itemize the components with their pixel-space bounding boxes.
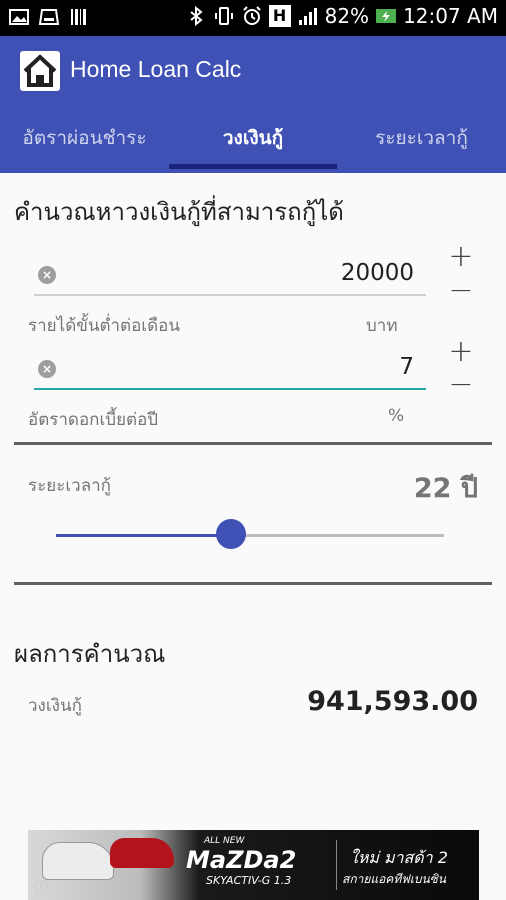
battery-percent: 82% [324,4,370,28]
tab-loan-term[interactable]: ระยะเวลากู้ [337,106,506,173]
ad-banner[interactable]: ALL NEW MaZDa2 SKYACTIV-G 1.3 ใหม่ มาสด้… [28,830,479,900]
tab-installment[interactable]: อัตราผ่อนชำระ [0,106,169,173]
interest-plus-button[interactable]: + [446,337,476,367]
ad-all-new: ALL NEW [204,836,245,846]
ad-car-red [110,838,174,868]
alarm-icon [242,6,261,25]
ad-car-white [42,842,114,880]
interest-field[interactable]: × 7 [34,346,426,390]
battery-charging-icon [376,9,397,23]
interest-value[interactable]: 7 [399,354,414,380]
income-value[interactable]: 20000 [341,260,414,286]
usb-icon [38,9,60,25]
home-icon [20,51,60,91]
income-unit: บาท [366,316,398,336]
term-value: 22 ปี [413,473,478,504]
signal-icon [298,8,317,25]
ad-thai-line2: สกายแอคทีฟเบนซิน [342,872,447,886]
tab-bar: อัตราผ่อนชำระ วงเงินกู้ ระยะเวลากู้ [0,106,506,173]
nfc-icon: H [268,5,291,27]
term-slider-track[interactable] [56,534,444,537]
form-heading: คำนวณหาวงเงินกู้ที่สามารถกู้ได้ [14,198,344,226]
status-bar: H 82% 12:07 AM [0,0,506,36]
clear-income-icon[interactable]: × [38,266,56,284]
ad-brand: MaZDa2 [186,846,297,874]
ad-info-icon[interactable]: i [34,880,48,894]
status-right-icons: H 82% 12:07 AM [185,4,498,28]
term-slider-fill [56,534,231,537]
vibrate-icon [214,7,233,25]
tab-indicator [169,164,337,169]
app-bar: Home Loan Calc [0,36,506,106]
bluetooth-icon [189,5,203,27]
income-field[interactable]: × 20000 [34,252,426,296]
income-plus-button[interactable]: + [446,242,476,272]
ad-thai-line1: ใหม่ มาสด้า 2 [350,848,448,867]
status-left-icons [8,6,90,28]
gallery-icon [9,9,29,25]
interest-label: อัตราดอกเบี้ยต่อปี [28,410,159,430]
income-underline [34,294,426,296]
result-title: ผลการคำนวณ [14,640,166,668]
result-label: วงเงินกู้ [28,696,82,716]
barcode-icon [71,9,86,25]
clear-interest-icon[interactable]: × [38,360,56,378]
interest-underline [34,388,426,390]
income-label: รายได้ขั้นต่ำต่อเดือน [28,316,180,336]
divider [14,442,492,445]
term-slider-thumb[interactable] [216,519,246,549]
result-value: 941,593.00 [307,686,478,717]
income-minus-button[interactable]: − [446,276,476,306]
ad-tech: SKYACTIV-G 1.3 [206,874,292,887]
status-time: 12:07 AM [403,4,498,28]
term-label: ระยะเวลากู้ [28,476,111,496]
app-title: Home Loan Calc [70,56,242,82]
divider [14,582,492,585]
ad-separator [336,840,337,890]
tab-loan-amount[interactable]: วงเงินกู้ [169,106,337,173]
interest-unit: % [388,406,405,426]
interest-minus-button[interactable]: − [446,370,476,400]
